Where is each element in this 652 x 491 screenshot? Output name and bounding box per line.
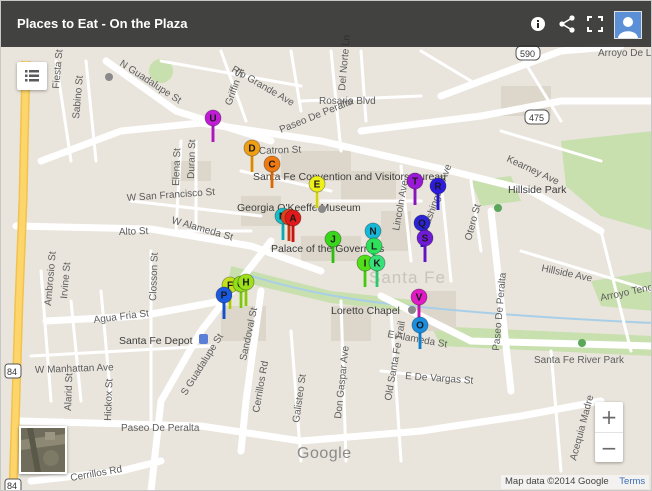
info-icon[interactable] [528,14,548,34]
zoom-out-button[interactable]: − [595,432,623,462]
route-shield-84-bottom: 84 [4,478,22,491]
svg-text:475: 475 [529,113,544,123]
svg-text:590: 590 [520,49,535,59]
marker-label: P [221,291,228,302]
marker-label: C [268,160,275,171]
marker-label: A [289,214,296,225]
marker-label: K [373,259,381,270]
marker-label: R [434,182,442,193]
map-canvas[interactable]: N Guadalupe St Paseo De Peralta W Alamed… [1,1,652,491]
museum-icon [318,205,326,213]
street-label: Rosario Blvd [319,96,376,107]
marker-label: E [314,180,321,191]
street-label: Paseo De Peralta [121,423,200,434]
marker-label: H [242,278,249,289]
map-data-attribution: Map data ©2014 Google [505,476,609,487]
zoom-control: + − [595,402,623,462]
legend-button[interactable] [17,62,47,90]
city-label: Santa Fe [369,268,446,287]
marker-label: I [364,259,367,270]
marker-label: T [412,177,418,188]
marker-label: U [209,114,216,125]
place-label: Loretto Chapel [331,305,400,317]
route-shield-475: 475 [524,109,550,125]
street-label: Arroyo De La Piedra [598,48,652,59]
place-label: Santa Fe Depot [119,335,193,347]
map-frame: N Guadalupe St Paseo De Peralta W Alamed… [0,0,652,491]
map-footer: Map data ©2014 Google Terms [501,475,650,489]
marker-label: N [369,227,376,238]
church-icon [408,306,416,314]
marker-label: S [422,234,429,245]
svg-text:84: 84 [7,367,17,377]
place-label: Hillside Park [508,184,567,196]
marker-label: Q [418,219,426,230]
marker-label: D [248,144,255,155]
satellite-view-toggle[interactable] [19,426,67,474]
park-icon [494,204,502,212]
fullscreen-icon[interactable] [585,14,605,34]
street-label: Duran St [186,139,198,179]
park-icon [578,339,586,347]
marker-label: O [416,321,424,332]
marker-label: L [371,242,377,253]
satellite-thumbnail [21,428,65,472]
route-shield-84-left: 84 [4,363,22,379]
train-station-icon [199,334,208,344]
svg-text:84: 84 [7,481,17,491]
terms-link[interactable]: Terms [619,476,645,487]
street-label: Elena St [171,148,183,186]
marker-label: V [416,293,423,304]
list-icon [25,70,39,82]
account-avatar[interactable] [614,11,642,39]
street-label: Closson St [148,252,161,301]
zoom-in-button[interactable]: + [595,402,623,432]
street-label: Santa Fe River Park [534,355,625,366]
google-logo: Google [297,445,352,462]
street-label: Hickox St [103,378,115,421]
street-label: Alarid St [63,373,75,411]
route-shield-590: 590 [515,45,541,61]
user-icon [618,17,638,38]
marker-label: J [330,235,336,246]
street-label: Alto St [119,226,149,238]
poi-icon [105,73,113,81]
street-label: Catron St [259,145,302,157]
map-header: Places to Eat - On the Plaza [1,1,651,47]
share-icon[interactable] [557,14,577,34]
map-title: Places to Eat - On the Plaza [17,16,188,31]
